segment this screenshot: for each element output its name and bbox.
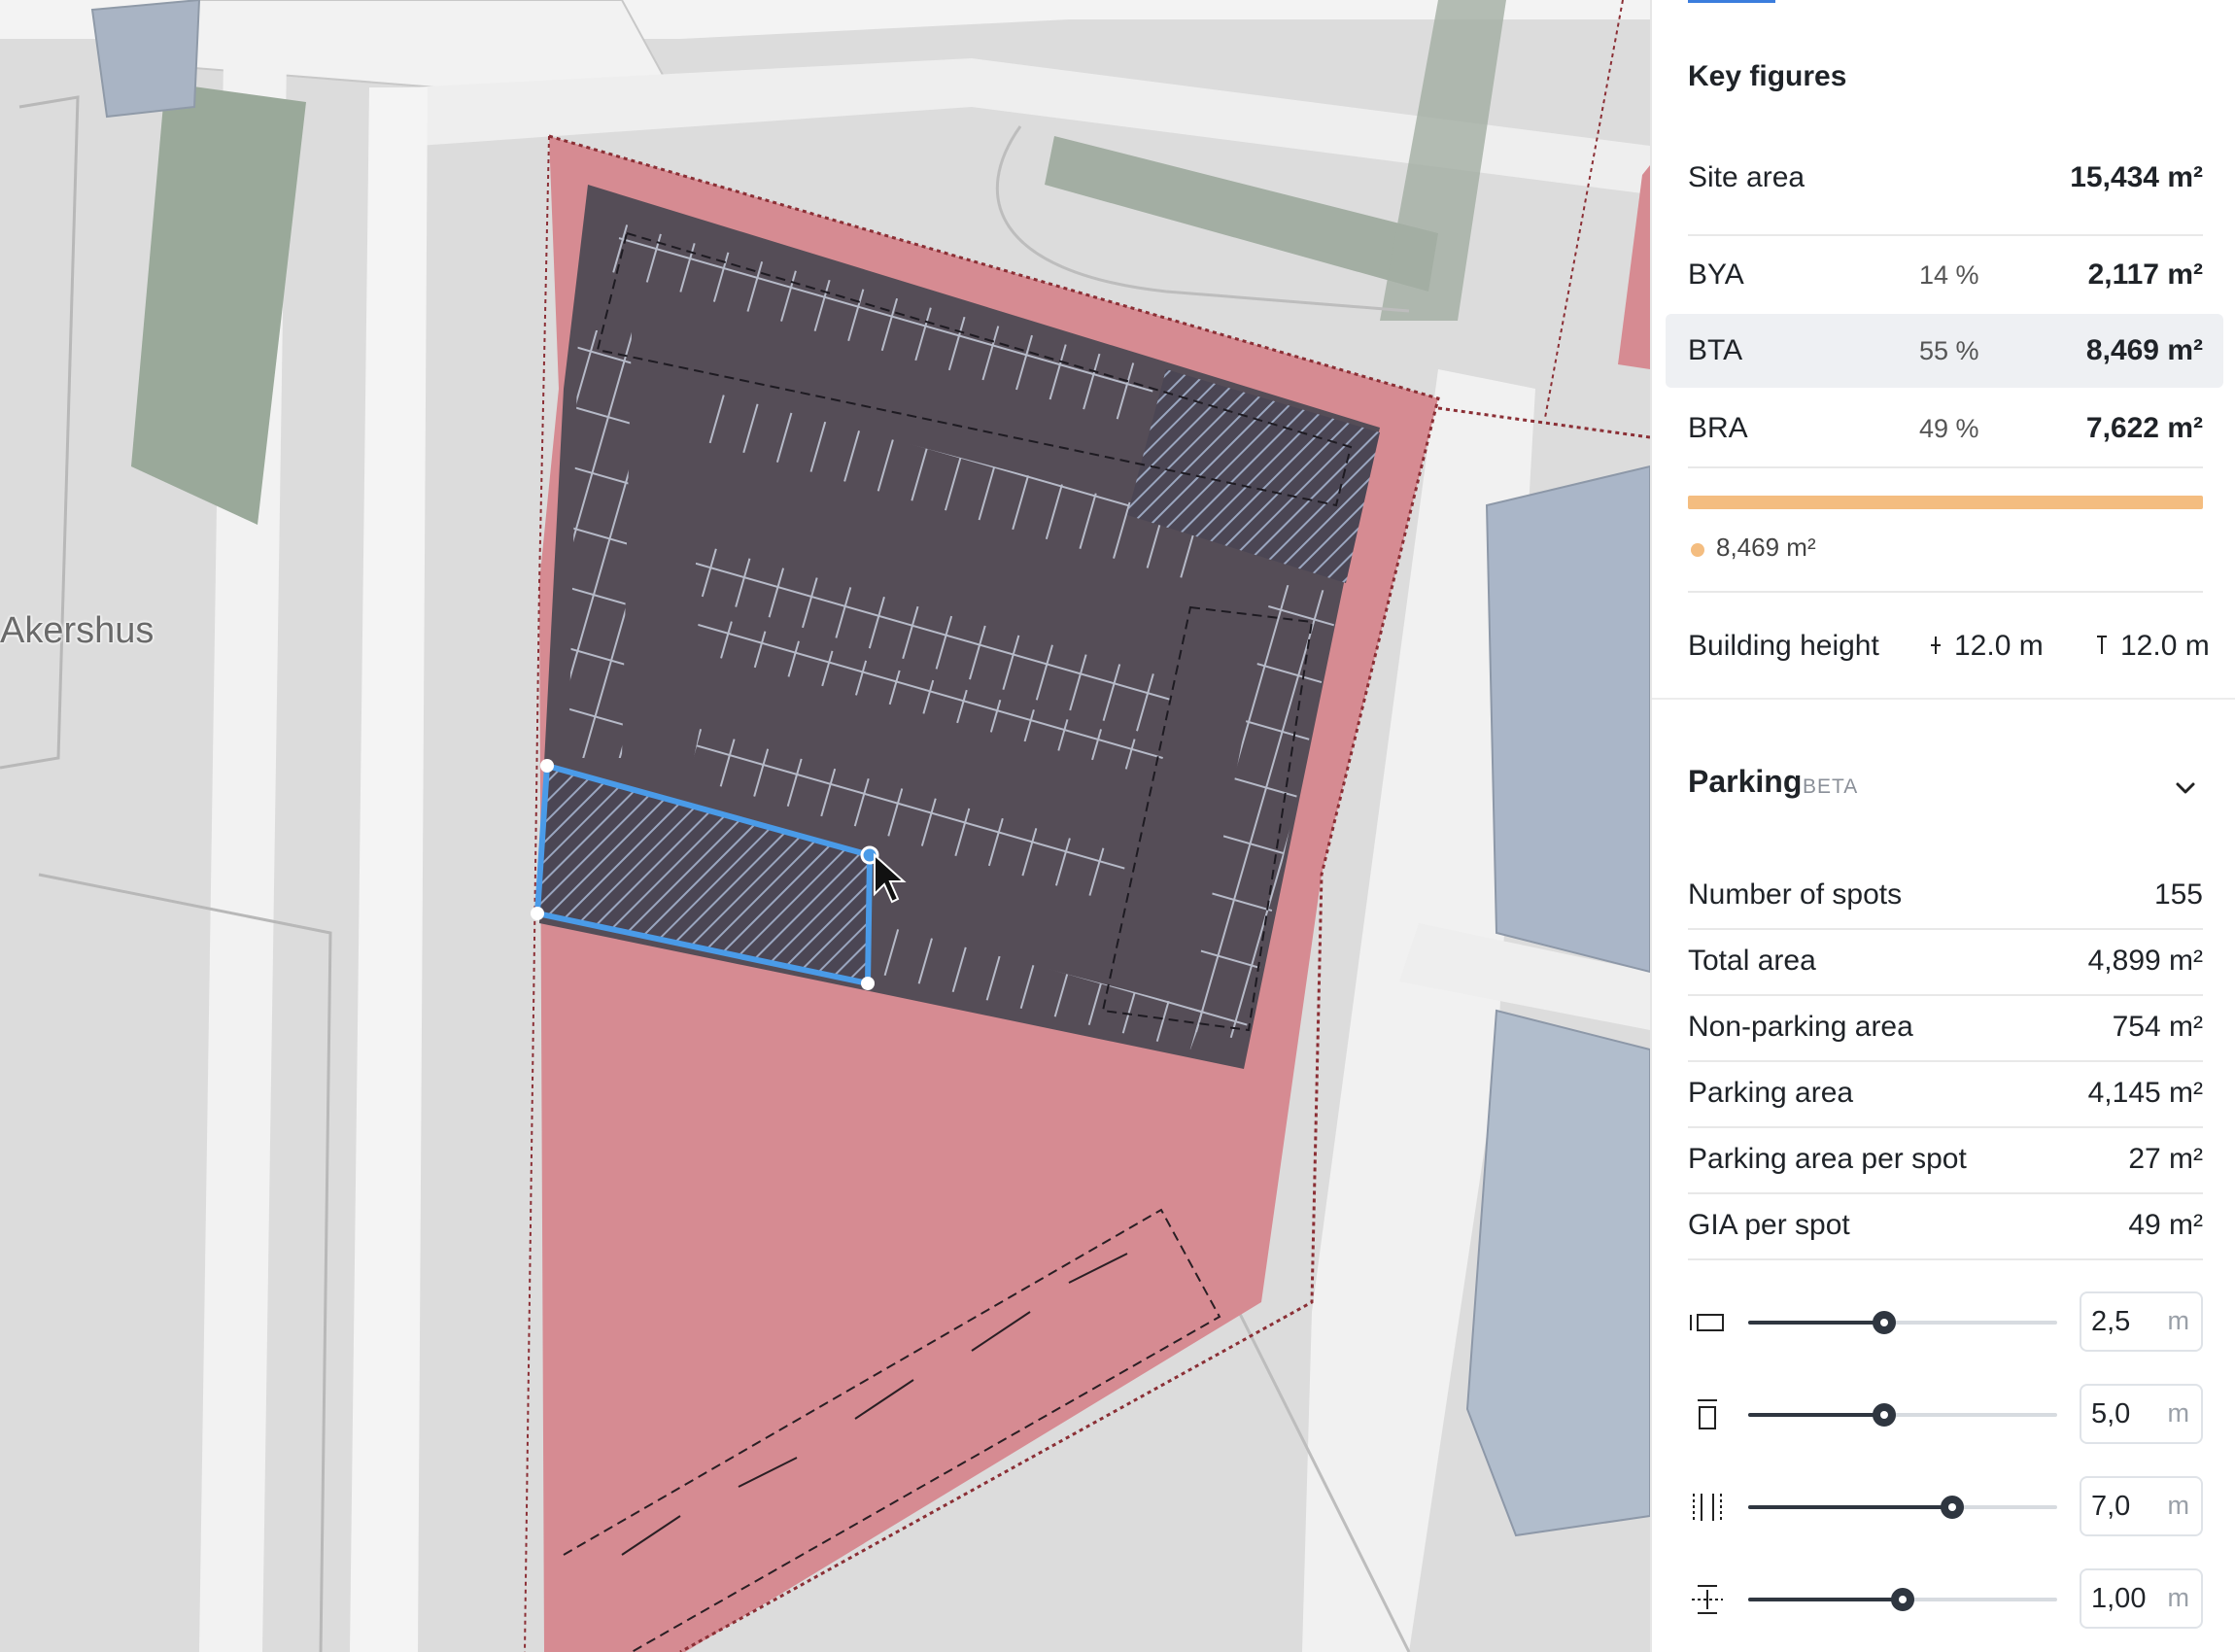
bra-percent: 49 % — [1919, 414, 1979, 443]
stat-value: 155 — [2153, 878, 2203, 911]
max-height-value: 12.0 m — [2120, 630, 2210, 662]
spacing-slider[interactable] — [1748, 1588, 2057, 1611]
parking-stat-row: Non-parking area 754 m² — [1688, 995, 2203, 1059]
aisle-width-input[interactable] — [2091, 1486, 2159, 1527]
spot-width-icon — [1690, 1314, 1724, 1331]
key-figures-title: Key figures — [1688, 60, 1847, 92]
site-map[interactable]: Akershus — [0, 0, 1650, 1652]
key-figure-row-bya[interactable]: BYA 14 % 2,117 m² — [1688, 251, 2203, 299]
parking-stat-row: GIA per spot 49 m² — [1688, 1193, 2203, 1257]
stat-label: Parking area per spot — [1688, 1143, 1967, 1175]
chevron-down-icon[interactable] — [2173, 775, 2198, 801]
stat-value: 4,899 m² — [2087, 945, 2203, 977]
aisle-width-slider-row: m — [1688, 1476, 2203, 1538]
parking-stat-row: Parking area 4,145 m² — [1688, 1061, 2203, 1125]
bra-label: BRA — [1688, 412, 1748, 444]
area-bar-legend-value: 8,469 m² — [1716, 533, 1816, 562]
divider — [1688, 466, 2203, 468]
stat-value: 754 m² — [2112, 1011, 2203, 1043]
unit-label: m — [2167, 1491, 2190, 1520]
divider — [1688, 1258, 2203, 1260]
spot-length-slider-row: m — [1688, 1384, 2203, 1446]
key-figure-row-bra[interactable]: BRA 49 % 7,622 m² — [1688, 404, 2203, 453]
max-height-icon — [2097, 636, 2107, 654]
spot-length-input[interactable] — [2091, 1394, 2159, 1434]
bya-value: 2,117 m² — [2087, 258, 2203, 291]
site-area-value: 15,434 m² — [2070, 161, 2203, 193]
side-panel: Key figures Site area 15,434 m² BYA 14 %… — [1650, 0, 2235, 1652]
bta-label: BTA — [1688, 334, 1743, 366]
site-area-row: Site area 15,434 m² — [1688, 154, 2203, 202]
slider-thumb[interactable] — [1891, 1588, 1914, 1611]
stat-value: 27 m² — [2128, 1143, 2203, 1175]
stat-value: 49 m² — [2128, 1209, 2203, 1241]
area-bar — [1688, 496, 2203, 509]
slider-thumb[interactable] — [1940, 1496, 1964, 1519]
unit-label: m — [2167, 1583, 2190, 1612]
spot-width-input[interactable] — [2091, 1301, 2159, 1342]
slider-thumb[interactable] — [1872, 1403, 1896, 1427]
spacing-icon — [1692, 1585, 1723, 1614]
spacing-input[interactable] — [2091, 1578, 2159, 1619]
min-height-icon — [1931, 637, 1941, 654]
unit-label: m — [2167, 1306, 2190, 1335]
min-height-value: 12.0 m — [1954, 630, 2044, 662]
bta-value: 8,469 m² — [2085, 334, 2203, 366]
beta-badge: BETA — [1803, 775, 1859, 798]
bta-percent: 55 % — [1919, 336, 1979, 365]
spot-length-field[interactable]: m — [2080, 1384, 2203, 1444]
parking-stat-row: Parking area per spot 27 m² — [1688, 1127, 2203, 1191]
spot-length-slider[interactable] — [1748, 1403, 2057, 1427]
aisle-width-icon — [1693, 1494, 1722, 1521]
stat-label: Parking area — [1688, 1077, 1854, 1109]
slider-fill — [1748, 1321, 1884, 1325]
spot-width-slider[interactable] — [1748, 1311, 2057, 1334]
bya-percent: 14 % — [1919, 260, 1979, 290]
divider — [1688, 234, 2203, 236]
active-tab-indicator — [1688, 0, 1775, 3]
stat-label: Non-parking area — [1688, 1011, 1913, 1043]
spot-width-field[interactable]: m — [2080, 1291, 2203, 1352]
aisle-width-slider[interactable] — [1748, 1496, 2057, 1519]
place-label: Akershus — [0, 610, 155, 651]
slider-fill — [1748, 1413, 1884, 1417]
parking-title: Parking — [1688, 764, 1803, 799]
spot-width-slider-row: m — [1688, 1291, 2203, 1354]
site-area-label: Site area — [1688, 161, 1805, 193]
spot-length-icon — [1698, 1399, 1717, 1429]
bya-label: BYA — [1688, 258, 1744, 291]
slider-fill — [1748, 1505, 1952, 1509]
slider-fill — [1748, 1598, 1903, 1601]
divider — [1688, 591, 2203, 593]
stat-value: 4,145 m² — [2087, 1077, 2203, 1109]
stat-label: Total area — [1688, 945, 1816, 977]
spacing-slider-row: m — [1688, 1568, 2203, 1631]
bra-value: 7,622 m² — [2085, 412, 2203, 444]
spacing-field[interactable]: m — [2080, 1568, 2203, 1629]
key-figure-row-bta[interactable]: BTA 55 % 8,469 m² — [1688, 327, 2203, 375]
aisle-width-field[interactable]: m — [2080, 1476, 2203, 1536]
slider-thumb[interactable] — [1872, 1311, 1896, 1334]
legend-dot — [1691, 543, 1704, 557]
unit-label: m — [2167, 1398, 2190, 1428]
parking-stat-row: Number of spots 155 — [1688, 863, 2203, 927]
stat-label: Number of spots — [1688, 878, 1903, 911]
section-separator — [1652, 698, 2235, 700]
stat-label: GIA per spot — [1688, 1209, 1850, 1241]
building-height-label: Building height — [1688, 630, 1879, 662]
parking-stat-row: Total area 4,899 m² — [1688, 929, 2203, 993]
